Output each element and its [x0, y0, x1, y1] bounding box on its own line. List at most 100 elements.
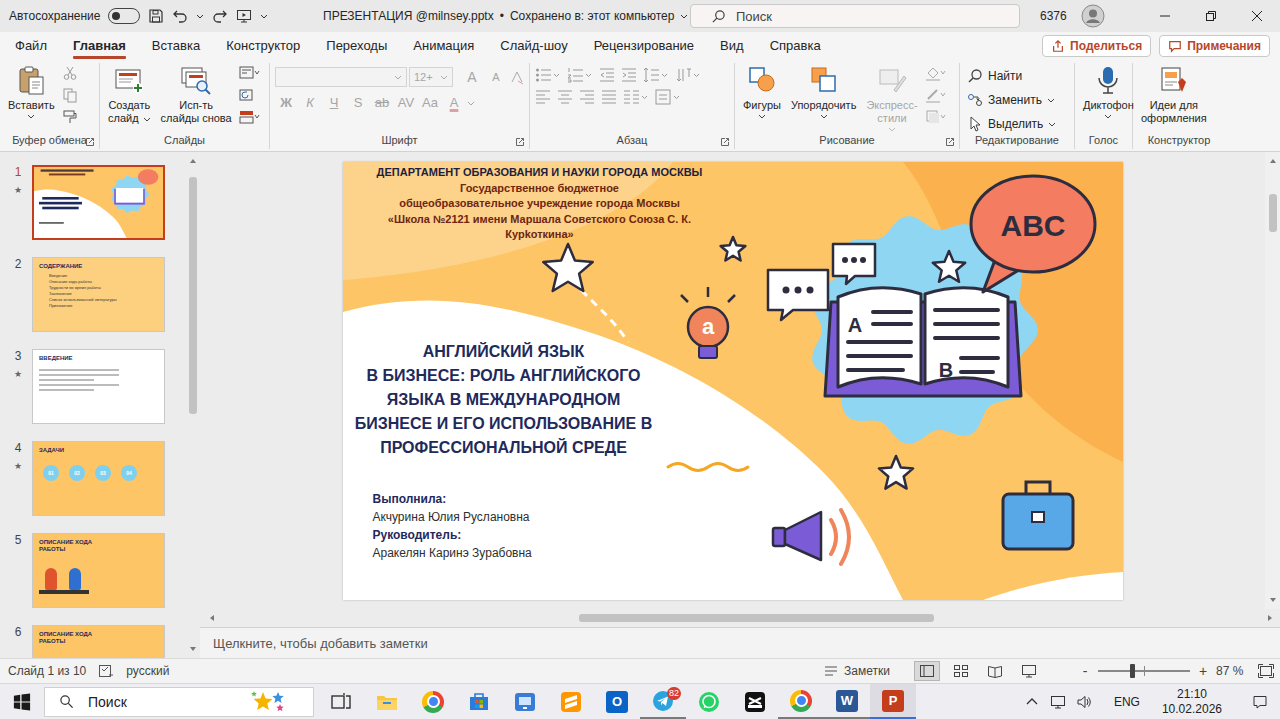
restore-button[interactable] — [1188, 0, 1234, 32]
scroll-down-icon[interactable] — [189, 645, 197, 653]
view-button[interactable] — [914, 661, 940, 681]
copy-icon[interactable] — [62, 87, 78, 103]
paste-button[interactable]: Вставить — [5, 63, 58, 121]
clock[interactable]: 21:1010.02.2026 — [1162, 687, 1222, 717]
view-button[interactable] — [948, 661, 974, 681]
search-box[interactable]: Поиск — [690, 4, 1020, 28]
zoom-in-button[interactable]: + — [1198, 663, 1208, 679]
scroll-down-icon[interactable] — [1269, 596, 1277, 604]
format-button[interactable]: A — [443, 93, 465, 113]
slides-button[interactable]: Исп-тьслайды снова — [158, 63, 235, 126]
taskbar-app[interactable] — [778, 684, 824, 719]
taskbar-app[interactable] — [502, 684, 548, 719]
scroll-left-icon[interactable] — [208, 614, 216, 622]
ribbon-tab[interactable]: Анимация — [400, 32, 487, 60]
scroll-right-icon[interactable] — [1266, 614, 1274, 622]
taskbar-app[interactable] — [456, 684, 502, 719]
taskbar-search[interactable]: Поиск — [44, 687, 314, 717]
notifications-icon[interactable] — [1252, 694, 1268, 710]
volume-icon[interactable] — [1076, 694, 1092, 710]
undo-icon[interactable] — [172, 8, 188, 24]
taskbar-app[interactable]: W — [824, 684, 870, 719]
shape-outline-icon[interactable] — [925, 87, 947, 103]
section-icon[interactable] — [239, 109, 261, 125]
editing-button[interactable]: Найти — [965, 67, 1024, 85]
slide-thumbnail[interactable]: ОПИСАНИЕ ХОДА РАБОТЫ — [32, 533, 165, 608]
clear-format-icon[interactable] — [509, 69, 525, 85]
present-icon[interactable] — [236, 8, 252, 24]
size-chevron-icon[interactable] — [440, 73, 448, 81]
ribbon-tab[interactable]: Рецензирование — [581, 32, 707, 60]
format-button[interactable]: К — [299, 93, 321, 113]
start-button[interactable] — [0, 684, 44, 719]
format-button[interactable]: ab — [371, 93, 393, 113]
align-center-icon[interactable] — [557, 89, 573, 105]
ribbon-tab[interactable]: Вставка — [139, 32, 213, 60]
taskbar-app[interactable]: 82 — [640, 684, 686, 719]
drawing-button[interactable]: Упорядочить — [788, 63, 859, 121]
scroll-up-icon[interactable] — [1269, 157, 1277, 165]
slide-thumbnail[interactable] — [32, 165, 165, 240]
ribbon-tab[interactable]: Справка — [757, 32, 834, 60]
drawing-button[interactable]: Экспресс-стили — [863, 63, 920, 134]
document-title[interactable]: ПРЕЗЕНТАЦИЯ @milnsey.pptx•Сохранено в: э… — [305, 9, 680, 23]
slide-thumbnail[interactable]: СОДЕРЖАНИЕВведениеОписание хода работыТр… — [32, 257, 165, 332]
scroll-up-icon[interactable] — [189, 157, 197, 165]
taskbar-app[interactable] — [686, 684, 732, 719]
taskbar-app[interactable]: O — [594, 684, 640, 719]
dictate-button[interactable]: Диктофон — [1080, 63, 1137, 121]
launcher-icon[interactable] — [946, 138, 954, 146]
slides-button[interactable]: Создатьслайд — [105, 63, 154, 126]
shape-effects-icon[interactable] — [925, 109, 947, 125]
decrease-indent-icon[interactable] — [599, 67, 615, 83]
launcher-icon[interactable] — [86, 138, 94, 146]
scroll-thumb[interactable] — [189, 177, 197, 414]
save-status-chevron-icon[interactable] — [680, 12, 688, 20]
font-size-button[interactable]: A — [485, 67, 507, 87]
font-size-button[interactable]: A — [461, 67, 483, 87]
notes-pane[interactable]: Щелкните, чтобы добавить заметки — [200, 627, 1280, 658]
dropdown-chevron-icon[interactable] — [143, 115, 151, 123]
autosave-toggle[interactable] — [108, 8, 140, 24]
design-ideas-button[interactable]: Идеи дляоформления — [1138, 63, 1210, 126]
taskbar-app[interactable]: P — [870, 684, 916, 719]
color-chevron-icon[interactable] — [467, 99, 475, 107]
thumbnail-row[interactable]: 5ОПИСАНИЕ ХОДА РАБОТЫ — [0, 533, 186, 608]
ribbon-tab[interactable]: Главная — [60, 32, 139, 60]
minimize-button[interactable] — [1142, 0, 1188, 32]
avatar-icon[interactable] — [1081, 4, 1105, 28]
thumbnail-row[interactable]: 4★ЗАДАЧИ01020304 — [0, 441, 186, 516]
zoom-thumb[interactable] — [1130, 664, 1135, 678]
zoom-slider[interactable] — [1098, 670, 1190, 672]
dictate-chevron-icon[interactable] — [1104, 112, 1112, 120]
input-language[interactable]: ENG — [1114, 695, 1140, 709]
drawing-button[interactable]: Фигуры — [740, 63, 784, 121]
comments-button[interactable]: Примечания — [1159, 35, 1270, 57]
thumbnail-row[interactable]: 1★ — [0, 165, 186, 240]
dropdown-chevron-icon[interactable] — [758, 112, 766, 120]
shape-fill-icon[interactable] — [925, 65, 947, 81]
taskbar-app[interactable] — [318, 684, 364, 719]
format-button[interactable]: S — [347, 93, 369, 113]
align-text-icon[interactable] — [655, 89, 681, 105]
accessibility-icon[interactable] — [98, 663, 114, 679]
slide-thumbnail[interactable]: ЗАДАЧИ01020304 — [32, 441, 165, 516]
format-painter-icon[interactable] — [62, 109, 78, 125]
redo-icon[interactable] — [212, 8, 228, 24]
thumbnail-row[interactable]: 6ОПИСАНИЕ ХОДА РАБОТЫ — [0, 625, 186, 658]
taskbar-app[interactable] — [364, 684, 410, 719]
slide-horizontal-scrollbar[interactable] — [200, 609, 1280, 627]
taskbar-app[interactable] — [410, 684, 456, 719]
font-chevron-icon[interactable] — [394, 73, 402, 81]
dropdown-chevron-icon[interactable] — [820, 112, 828, 120]
increase-indent-icon[interactable] — [621, 67, 637, 83]
scroll-thumb[interactable] — [1269, 194, 1277, 232]
network-icon[interactable] — [1050, 694, 1066, 710]
language[interactable]: русский — [126, 664, 169, 678]
ribbon-tab[interactable]: Конструктор — [213, 32, 313, 60]
share-button[interactable]: Поделиться — [1042, 35, 1151, 57]
slide-thumbnail[interactable]: ОПИСАНИЕ ХОДА РАБОТЫ — [32, 625, 165, 658]
format-button[interactable]: Ч — [323, 93, 345, 113]
layout-icon[interactable] — [239, 65, 261, 81]
scroll-thumb[interactable] — [579, 614, 933, 622]
